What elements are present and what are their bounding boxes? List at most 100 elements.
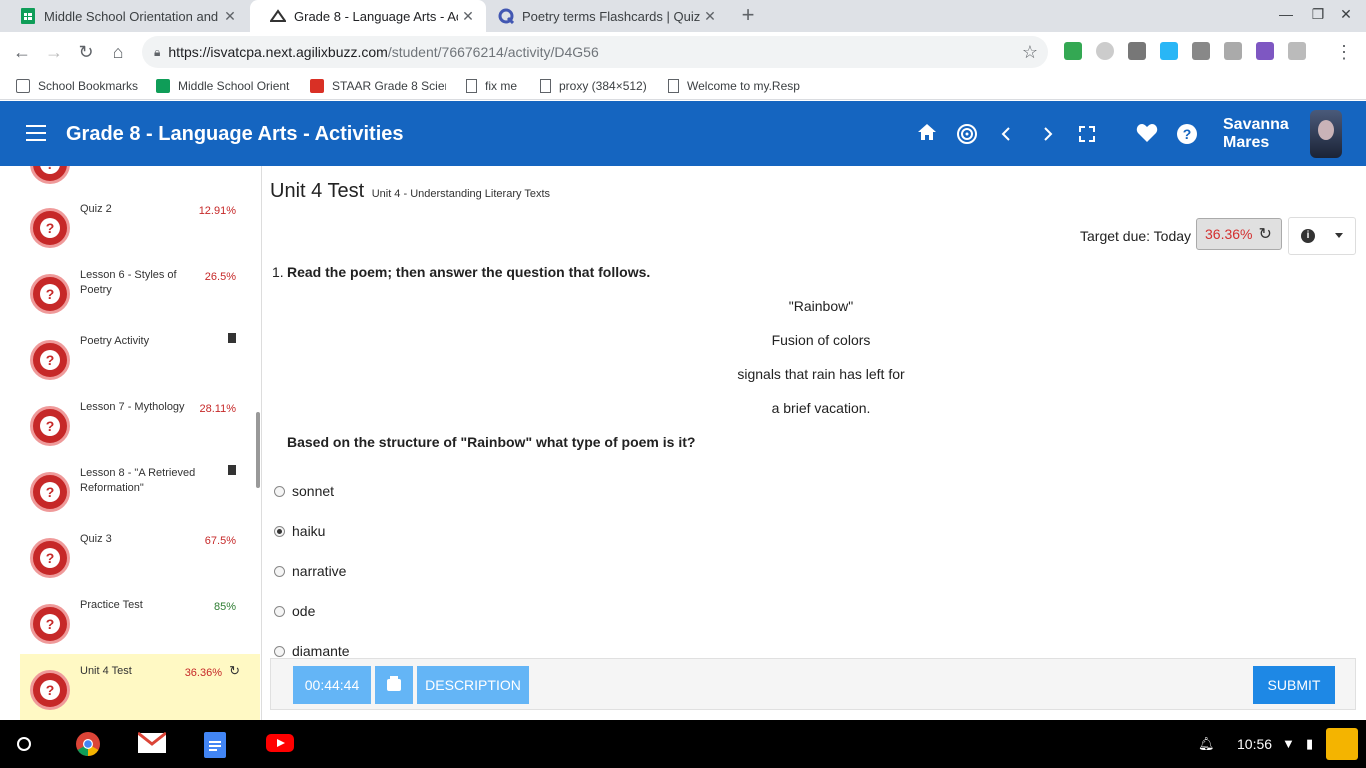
sidebar-item-lesson-6[interactable]: ? Lesson 6 - Styles of Poetry 26.5% (20, 258, 260, 324)
battery-icon[interactable]: ▮ (1306, 736, 1313, 752)
fullscreen-icon[interactable] (1076, 123, 1098, 145)
choice-sonnet[interactable]: sonnet (274, 481, 334, 501)
radio-button[interactable] (274, 565, 285, 577)
home-icon[interactable] (916, 123, 938, 145)
gmail-icon[interactable] (137, 731, 167, 756)
drive-extension-icon[interactable] (1064, 42, 1082, 60)
action-bar: 00:44:44 DESCRIPTION SUBMIT (270, 658, 1356, 710)
previous-icon[interactable] (996, 123, 1018, 145)
tab-middle-school-orientation[interactable]: Middle School Orientation and Re ✕ (0, 0, 248, 32)
close-window-icon[interactable]: ✕ (1336, 6, 1356, 23)
radio-button[interactable] (274, 645, 285, 657)
chrome-icon[interactable] (74, 732, 102, 756)
restore-icon[interactable]: ❐ (1308, 6, 1328, 23)
back-icon[interactable]: ← (10, 40, 34, 64)
poem-line: a brief vacation. (771, 400, 871, 416)
docs-icon[interactable] (204, 732, 232, 758)
sidebar-item-unit-4-test[interactable]: ? Unit 4 Test 36.36% ↻ (20, 654, 260, 720)
refresh-icon[interactable]: ↻ (1258, 224, 1271, 244)
youtube-icon[interactable] (266, 732, 294, 756)
reload-icon[interactable]: ↻ (74, 40, 98, 64)
poem-line: Fusion of colors (771, 332, 871, 348)
wifi-icon[interactable]: ▼ (1282, 736, 1295, 751)
description-button[interactable]: DESCRIPTION (417, 666, 529, 704)
new-tab-icon[interactable]: + (736, 4, 760, 28)
heart-icon[interactable] (1136, 123, 1158, 145)
sidebar-item-quiz-2[interactable]: ? Quiz 2 12.91% (20, 192, 260, 258)
question-instruction: Read the poem; then answer the question … (287, 264, 651, 280)
print-icon (387, 676, 401, 691)
sidebar-item-quiz-3[interactable]: ? Quiz 3 67.5% (20, 522, 260, 588)
activity-content: Unit 4 Test Unit 4 - Understanding Liter… (262, 166, 1366, 720)
unit-subtitle: Unit 4 - Understanding Literary Texts (371, 188, 551, 200)
address-bar[interactable]: 🔒︎ https://isvatcpa.next.agilixbuzz.com /… (142, 36, 1048, 68)
extension-icon[interactable] (1128, 42, 1146, 60)
activity-status-icon: ? (30, 472, 70, 512)
activity-status-icon: ? (30, 406, 70, 446)
notification-icon[interactable]: 🔔︎ (1198, 736, 1215, 752)
radio-button[interactable] (274, 485, 285, 497)
close-tab-icon[interactable]: ✕ (700, 8, 720, 25)
home-icon[interactable]: ⌂ (106, 40, 130, 64)
close-tab-icon[interactable]: ✕ (220, 8, 240, 25)
help-icon[interactable]: ? (1176, 123, 1198, 145)
sidebar-scrollbar[interactable] (256, 412, 260, 488)
choice-haiku[interactable]: haiku (274, 521, 325, 541)
clock[interactable]: 10:56 (1237, 736, 1272, 752)
tab-poetry-terms-quizlet[interactable]: Poetry terms Flashcards | Quizle ✕ (478, 0, 728, 32)
target-due: Target due: Today (1080, 228, 1192, 244)
submit-button[interactable]: SUBMIT (1253, 666, 1335, 704)
course-title: Grade 8 - Language Arts - Activities (66, 123, 404, 145)
activity-stream-icon[interactable] (956, 123, 978, 145)
folder-icon (16, 79, 30, 93)
cast-extension-icon[interactable] (1288, 42, 1306, 60)
forward-icon[interactable]: → (42, 40, 66, 64)
bookmark-welcome-my-resp[interactable]: Welcome to my.Resp (668, 77, 804, 95)
bookmark-school-bookmarks[interactable]: School Bookmarks (16, 77, 146, 95)
close-tab-icon[interactable]: ✕ (458, 8, 478, 25)
next-icon[interactable] (1036, 123, 1058, 145)
agilix-icon (270, 8, 286, 24)
sidebar-item-lesson-8[interactable]: ? Lesson 8 - "A Retrieved Reformation" (20, 456, 260, 522)
bookmark-fix-me[interactable]: fix me (466, 77, 526, 95)
choice-narrative[interactable]: narrative (274, 561, 346, 581)
browser-menu-icon[interactable]: ⋮ (1332, 40, 1356, 64)
choice-ode[interactable]: ode (274, 601, 315, 621)
radio-button[interactable] (274, 525, 285, 537)
announce-extension-icon[interactable] (1192, 42, 1210, 60)
sidebar-item-poetry-activity[interactable]: ? Poetry Activity (20, 324, 260, 390)
avatar[interactable] (1310, 110, 1342, 158)
extension-icon[interactable] (1160, 42, 1178, 60)
browser-tab-strip: Middle School Orientation and Re ✕ Grade… (0, 0, 1366, 32)
print-button[interactable] (375, 666, 413, 704)
activity-sidebar: ? ? Quiz 2 12.91% ? Lesson 6 - Styles of… (0, 166, 262, 720)
account-avatar[interactable] (1326, 728, 1358, 760)
activity-status-icon: ? (30, 538, 70, 578)
sidebar-item-practice-test[interactable]: ? Practice Test 85% (20, 588, 260, 654)
sidebar-item-lesson-7[interactable]: ? Lesson 7 - Mythology 28.11% (20, 390, 260, 456)
extension-icon[interactable] (1224, 42, 1242, 60)
bookmark-proxy[interactable]: proxy (384×512) (540, 77, 656, 95)
poem-title: "Rainbow" (788, 298, 854, 314)
svg-text:?: ? (1183, 126, 1192, 142)
activity-status-icon: ? (30, 604, 70, 644)
radio-button[interactable] (274, 605, 285, 617)
timer-button[interactable]: 00:44:44 (293, 666, 371, 704)
extension-icon[interactable] (1096, 42, 1114, 60)
caret-down-icon (1335, 233, 1343, 238)
score-badge[interactable]: 36.36% ↻ (1196, 218, 1282, 250)
tab-grade8-language-arts[interactable]: Grade 8 - Language Arts - Activit ✕ (250, 0, 486, 32)
bookmark-staar-grade8[interactable]: STAAR Grade 8 Scien (310, 77, 446, 95)
launcher-icon[interactable] (17, 737, 31, 751)
menu-icon[interactable] (26, 125, 46, 141)
bookmark-star-icon[interactable]: ☆ (1022, 42, 1038, 63)
user-name[interactable]: Savanna Mares (1223, 116, 1289, 152)
lock-icon: 🔒︎ (154, 44, 161, 59)
bookmark-middle-school-orient[interactable]: Middle School Orient (156, 77, 292, 95)
puzzle-extension-icon[interactable] (1256, 42, 1274, 60)
minimize-icon[interactable]: — (1276, 6, 1296, 22)
info-dropdown-button[interactable]: i (1288, 217, 1356, 255)
activity-status-icon: ? (30, 340, 70, 380)
refresh-icon[interactable]: ↻ (229, 663, 240, 679)
pdf-icon (310, 79, 324, 93)
